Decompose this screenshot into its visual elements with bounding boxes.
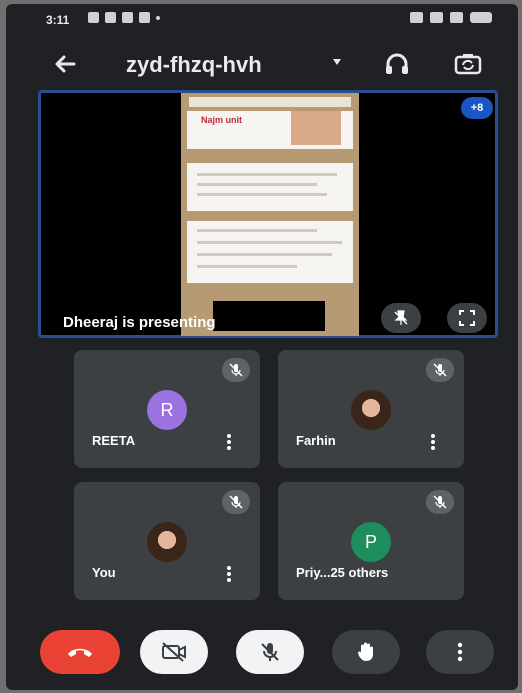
audio-output-button[interactable] xyxy=(382,50,412,78)
wifi-icon xyxy=(430,12,443,23)
participant-tile[interactable]: P Priy...25 others xyxy=(278,482,464,600)
avatar-photo xyxy=(147,522,187,562)
mic-off-icon xyxy=(433,495,447,509)
more-vert-icon[interactable] xyxy=(226,434,232,450)
meeting-code[interactable]: zyd-fhzq-hvh xyxy=(126,52,262,78)
status-time: 3:11 xyxy=(46,13,70,27)
avatar: P xyxy=(351,522,391,562)
mic-toggle-button[interactable] xyxy=(236,630,304,674)
more-options-button[interactable] xyxy=(426,630,494,674)
text-line xyxy=(197,265,297,268)
mic-off-badge xyxy=(222,490,250,514)
phone-screen: 3:11 zyd-fhzq-hvh Najm unit +8 Dheeraj i… xyxy=(6,4,518,690)
presenting-label: Dheeraj is presenting xyxy=(63,314,216,331)
alarm-icon xyxy=(410,12,423,23)
avatar: R xyxy=(147,390,187,430)
dot-icon xyxy=(156,16,160,20)
unpin-button[interactable] xyxy=(381,303,421,333)
mic-off-icon xyxy=(433,363,447,377)
status-bar: 3:11 xyxy=(6,4,518,34)
doc-header xyxy=(189,97,351,107)
raise-hand-button[interactable] xyxy=(332,630,400,674)
mic-off-badge xyxy=(426,358,454,382)
camera-off-icon xyxy=(162,642,186,662)
doc-heading: Najm unit xyxy=(201,115,243,125)
more-vert-icon xyxy=(457,642,463,662)
notification-icon xyxy=(105,12,116,23)
participant-name: REETA xyxy=(92,433,136,448)
more-vert-icon[interactable] xyxy=(226,566,232,582)
participant-tile[interactable]: You xyxy=(74,482,260,600)
doc-photo xyxy=(291,111,341,145)
mic-off-icon xyxy=(261,643,279,661)
mic-off-badge xyxy=(426,490,454,514)
switch-camera-button[interactable] xyxy=(453,50,483,78)
end-call-icon xyxy=(68,648,92,657)
text-line xyxy=(197,253,332,256)
text-line xyxy=(197,229,317,232)
participant-name: Priy...25 others xyxy=(296,565,389,580)
mic-off-icon xyxy=(229,363,243,377)
fullscreen-button[interactable] xyxy=(447,303,487,333)
chevron-down-icon[interactable] xyxy=(333,59,341,65)
switch-camera-icon xyxy=(454,54,482,75)
presentation-view[interactable]: Najm unit +8 Dheeraj is presenting xyxy=(38,90,498,338)
text-line xyxy=(197,183,317,186)
participant-tile[interactable]: Farhin xyxy=(278,350,464,468)
black-bar xyxy=(213,301,325,331)
text-line xyxy=(197,241,342,244)
more-vert-icon[interactable] xyxy=(430,434,436,450)
text-line xyxy=(197,193,327,196)
raise-hand-icon xyxy=(358,642,373,661)
mic-off-icon xyxy=(229,495,243,509)
meeting-header: zyd-fhzq-hvh xyxy=(6,42,518,86)
notification-icons xyxy=(88,12,160,23)
end-call-button[interactable] xyxy=(40,630,120,674)
participants-badge[interactable]: +8 xyxy=(461,97,493,119)
pin-icon xyxy=(394,310,408,325)
notification-icon xyxy=(88,12,99,23)
shared-screen: Najm unit xyxy=(181,93,359,336)
avatar-photo xyxy=(351,390,391,430)
doc-card xyxy=(187,221,353,283)
mic-off-badge xyxy=(222,358,250,382)
back-arrow-icon xyxy=(55,55,76,73)
text-line xyxy=(197,173,337,176)
system-icons xyxy=(410,12,492,23)
participant-name: You xyxy=(92,565,116,580)
fullscreen-icon xyxy=(459,310,475,326)
headphones-icon xyxy=(386,53,408,74)
battery-icon xyxy=(470,12,492,23)
back-button[interactable] xyxy=(50,50,80,78)
signal-icon xyxy=(450,12,463,23)
participant-name: Farhin xyxy=(296,433,336,448)
notification-icon xyxy=(122,12,133,23)
camera-toggle-button[interactable] xyxy=(140,630,208,674)
notification-icon xyxy=(139,12,150,23)
doc-card xyxy=(187,163,353,211)
participant-tile[interactable]: R REETA xyxy=(74,350,260,468)
